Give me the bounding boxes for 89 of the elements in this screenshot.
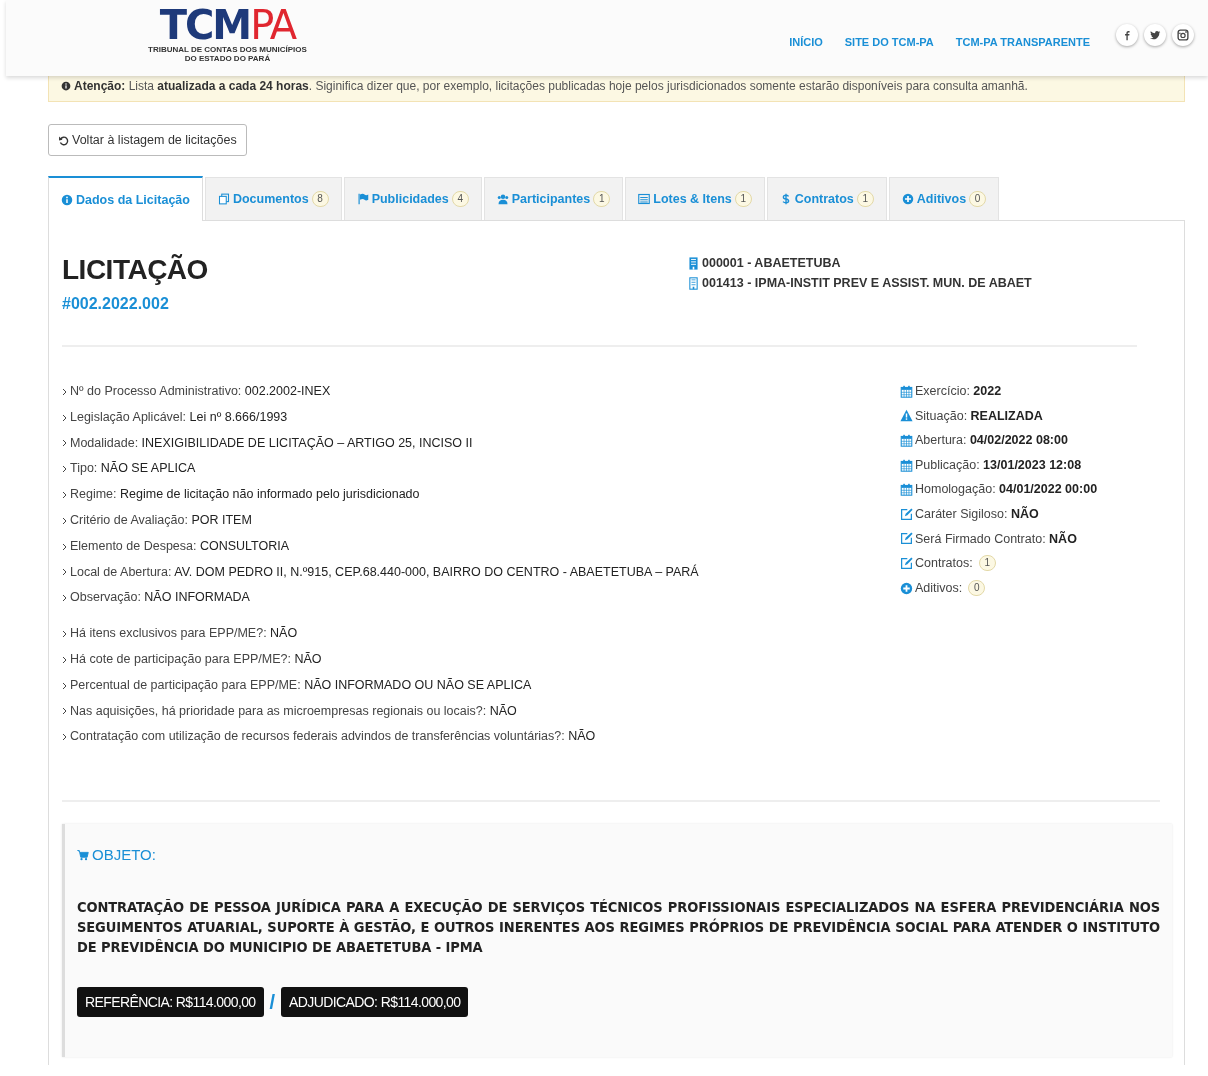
- chevron-icon: [62, 733, 67, 742]
- chevron-icon: [62, 491, 67, 500]
- count-badge: 4: [451, 191, 469, 207]
- tab[interactable]: Publicidades 4: [343, 177, 482, 220]
- fact-text: Abertura: 04/02/2022 08:00: [915, 432, 1068, 450]
- logo[interactable]: TCMPA TRIBUNAL DE CONTAS DOS MUNICÍPIOS DO ESTADO DO PARÁ: [148, 5, 307, 63]
- chevron-icon: [62, 568, 67, 577]
- flag-icon: [356, 193, 369, 205]
- chevron-icon: [62, 387, 67, 396]
- unit-name: 000001 - ABAETETUBA: [702, 255, 841, 272]
- calendar-icon: [900, 384, 913, 398]
- field-line: Elemento de Despesa: CONSULTORIA: [70, 537, 290, 555]
- warning-icon: [900, 409, 913, 423]
- count-badge: 8: [311, 191, 329, 207]
- chevron-icon: [62, 413, 67, 422]
- social-button[interactable]: [1172, 24, 1194, 46]
- count-badge: 1: [734, 191, 752, 207]
- field-line: Há itens exclusivos para EPP/ME?: NÃO: [70, 625, 298, 643]
- chevron-icon: [62, 439, 67, 448]
- chevron-icon: [62, 630, 67, 639]
- fact-text: Situação: REALIZADA: [915, 407, 1043, 425]
- info-icon: [61, 81, 71, 91]
- chevron-icon: [62, 655, 67, 664]
- fact-text: Caráter Sigiloso: NÃO: [915, 505, 1039, 523]
- field-line: Critério de Avaliação: POR ITEM: [70, 512, 252, 529]
- count-badge: 1: [856, 191, 874, 207]
- unit-name: 001413 - IPMA-INSTIT PREV E ASSIST. MUN. DE ABAET: [702, 275, 1032, 292]
- field-line: Modalidade: INEXIGIBILIDADE DE LICITAÇÃO – ARTIGO 25, INCISO II: [70, 434, 473, 452]
- calendar-icon: [900, 434, 913, 447]
- edit-icon: [900, 507, 913, 521]
- chevron-icon: [62, 707, 67, 716]
- field-line: Percentual de participação para EPP/ME: NÃO INFORMADO OU NÃO SE APLICA: [70, 676, 532, 694]
- count-badge: 0: [968, 580, 986, 597]
- tab[interactable]: Dados da Licitação: [48, 176, 203, 221]
- tab[interactable]: Aditivos 0: [888, 177, 1000, 220]
- social-button[interactable]: [1116, 24, 1138, 46]
- chevron-icon: [62, 542, 67, 551]
- field-line: Regime: Regime de licitação não informado pelo jurisdicionado: [70, 486, 420, 504]
- tab[interactable]: Contratos 1: [766, 177, 887, 220]
- field-line: Observação: NÃO INFORMADA: [70, 589, 250, 607]
- plus-circle-icon: [901, 193, 914, 205]
- field-line: Nas aquisições, há prioridade para as microempresas regionais ou locais?: NÃO: [70, 702, 517, 720]
- field-line: Contratação com utilização de recursos federais advindos de transferências voluntárias?: NÃO: [70, 728, 596, 746]
- chevron-icon: [62, 465, 67, 474]
- calendar-icon: [900, 483, 913, 497]
- copy-icon: [217, 193, 230, 205]
- calendar-icon: [900, 458, 913, 472]
- tab[interactable]: Participantes 1: [483, 177, 624, 220]
- fact-label: Aditivos:: [915, 579, 963, 597]
- fact-text: Publicação: 13/01/2023 12:08: [915, 456, 1082, 474]
- chevron-icon: [62, 516, 67, 525]
- reference-amount: REFERÊNCIA: R$114.000,00: [77, 987, 264, 1018]
- fact-text: Exercício: 2022: [915, 383, 1002, 400]
- count-badge: 0: [969, 191, 987, 207]
- field-line: Nº do Processo Administrativo: 002.2002-INEX: [70, 383, 331, 400]
- field-line: Tipo: NÃO SE APLICA: [70, 460, 196, 478]
- separator: /: [269, 990, 276, 1014]
- notice-text: Atenção: Lista atualizada a cada 24 horas. Siginifica dizer que, por exemplo, licitações publicadas hoje pelos jurisdicionados somente estarão disponíveis para consulta amanhã.: [74, 79, 1028, 93]
- users-icon: [496, 193, 509, 205]
- field-line: Há cote de participação para EPP/ME?: NÃO: [70, 650, 322, 668]
- instagram-icon: [1177, 29, 1189, 41]
- count-badge: 1: [593, 191, 611, 207]
- edit-icon: [900, 532, 913, 546]
- fact-text: Homologação: 04/01/2022 00:00: [915, 481, 1098, 499]
- social-button[interactable]: [1144, 24, 1166, 46]
- cart-icon: [77, 848, 89, 861]
- page-title: LICITAÇÃO: [62, 253, 208, 287]
- bid-number: #002.2022.002: [62, 294, 170, 314]
- back-button[interactable]: Voltar à listagem de licitações: [48, 124, 247, 156]
- fact-text: Será Firmado Contrato: NÃO: [915, 530, 1077, 548]
- edit-icon: [900, 556, 913, 570]
- tab[interactable]: Lotes & Itens 1: [625, 177, 765, 220]
- field-line: Legislação Aplicável: Lei nº 8.666/1993: [70, 408, 288, 426]
- undo-icon: [58, 134, 69, 146]
- fact-label: Contratos:: [915, 555, 973, 573]
- chevron-icon: [62, 681, 67, 690]
- object-text: CONTRATAÇÃO DE PESSOA JURÍDICA PARA A EXECUÇÃO DE SERVIÇOS TÉCNICOS PROFISSIONAIS ESPECIALIZADOS NA ESFERA PREVIDENCIÁRIA NOS SEGUIMENTOS ATUARIAL, SUPORTE À GESTÃO, E OUTROS INERENTES AOS REGIMES PRÓPRIOS DE PREVIDÊNCIA SOCIAL PARA ATENDER O INSTITUTO DE PREVIDÊNCIA DO MUNICIPIO DE ABAETETUBA - IPMA: [77, 898, 1160, 958]
- field-line: Local de Abertura: AV. DOM PEDRO II, N.º915, CEP.68.440-000, BAIRRO DO CENTRO - ABAETETUBA – PARÁ: [70, 563, 699, 581]
- building-icon: [687, 276, 700, 290]
- tab[interactable]: Documentos 8: [204, 177, 342, 220]
- plus-circle-icon: [900, 581, 913, 595]
- count-badge: 1: [978, 555, 996, 572]
- twitter-icon: [1149, 29, 1161, 41]
- building-icon: [687, 256, 700, 270]
- info-icon: [61, 193, 73, 206]
- list-icon: [638, 193, 651, 205]
- object-label: OBJETO:: [92, 846, 156, 864]
- adjudicated-amount: ADJUDICADO: R$114.000,00: [281, 987, 469, 1018]
- chevron-icon: [62, 594, 67, 603]
